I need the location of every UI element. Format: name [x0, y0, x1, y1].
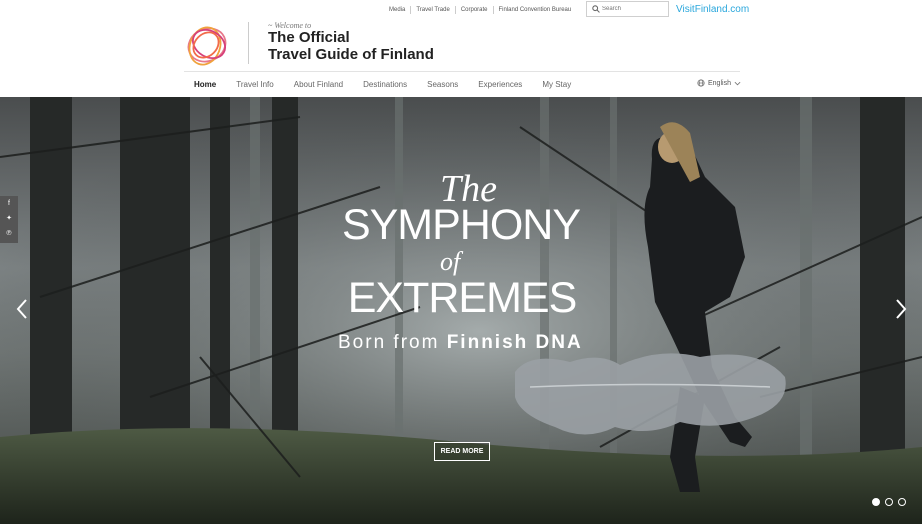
- nav-experiences[interactable]: Experiences: [478, 80, 522, 89]
- globe-icon: [697, 79, 705, 87]
- headline-extremes: EXTREMES: [347, 274, 578, 322]
- nav-destinations[interactable]: Destinations: [363, 80, 407, 89]
- site-title-line1[interactable]: The Official: [268, 29, 350, 46]
- search-input[interactable]: [602, 4, 664, 14]
- carousel-dot-2[interactable]: [885, 498, 893, 506]
- language-label: English: [708, 79, 731, 87]
- subtitle-strong: Finnish DNA: [446, 332, 583, 353]
- search-box: [586, 1, 669, 17]
- nav-my-stay[interactable]: My Stay: [542, 80, 571, 89]
- main-nav: Home Travel Info About Finland Destinati…: [194, 80, 591, 89]
- nav-travel-info[interactable]: Travel Info: [236, 80, 274, 89]
- chevron-down-icon: [734, 81, 741, 85]
- nav-home[interactable]: Home: [194, 80, 216, 89]
- logo-divider: [248, 22, 249, 64]
- chevron-left-icon[interactable]: [15, 298, 29, 320]
- carousel-dot-3[interactable]: [898, 498, 906, 506]
- visitfinland-link[interactable]: VisitFinland.com: [676, 4, 749, 15]
- utility-link-corporate[interactable]: Corporate: [456, 6, 494, 14]
- nav-divider: [184, 71, 740, 72]
- chevron-right-icon[interactable]: [894, 298, 908, 320]
- read-more-button[interactable]: READ MORE: [434, 442, 490, 461]
- headline-symphony: SYMPHONY: [341, 201, 581, 249]
- carousel-indicators: [872, 498, 911, 506]
- carousel-dot-1[interactable]: [872, 498, 880, 506]
- nav-about-finland[interactable]: About Finland: [294, 80, 343, 89]
- language-selector[interactable]: English: [697, 79, 741, 87]
- utility-link-travel-trade[interactable]: Travel Trade: [411, 6, 456, 14]
- hero-carousel: f ✦ ℗ The SYMPHONY of EXTREMES Born from…: [0, 97, 922, 524]
- site-header: ~ Welcome to The Official Travel Guide o…: [0, 0, 922, 97]
- nav-seasons[interactable]: Seasons: [427, 80, 458, 89]
- visit-finland-logo[interactable]: [182, 20, 232, 70]
- headline-subtitle: Born from Finnish DNA: [338, 332, 583, 354]
- site-title-line2[interactable]: Travel Guide of Finland: [268, 46, 434, 63]
- utility-link-convention-bureau[interactable]: Finland Convention Bureau: [494, 6, 577, 14]
- utility-link-media[interactable]: Media: [389, 6, 412, 14]
- headline-of: of: [440, 247, 461, 276]
- subtitle-prefix: Born from: [338, 332, 440, 353]
- utility-links: Media Travel Trade Corporate Finland Con…: [389, 6, 576, 14]
- search-icon[interactable]: [592, 5, 600, 13]
